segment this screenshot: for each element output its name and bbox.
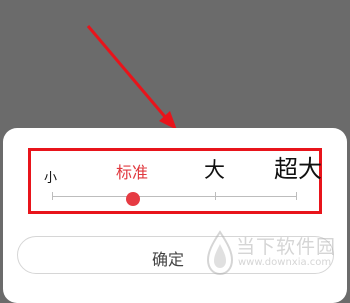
- watermark-url-text: www.downxia.com: [238, 257, 332, 268]
- size-option-standard[interactable]: 标准: [116, 165, 148, 181]
- slider-tick: [296, 192, 297, 200]
- watermark-logo-icon: [206, 230, 234, 276]
- watermark: 当下软件园 www.downxia.com: [202, 230, 342, 278]
- slider-tick: [215, 192, 216, 200]
- confirm-button-label: 确定: [152, 250, 185, 269]
- size-option-large[interactable]: 大: [204, 160, 225, 181]
- size-option-small[interactable]: 小: [44, 172, 57, 185]
- font-size-slider-thumb[interactable]: [126, 192, 140, 206]
- slider-tick: [52, 192, 53, 200]
- font-size-slider-track[interactable]: [52, 196, 297, 197]
- watermark-brand-text: 当下软件园: [236, 236, 337, 258]
- size-option-extra-large[interactable]: 超大: [274, 157, 322, 181]
